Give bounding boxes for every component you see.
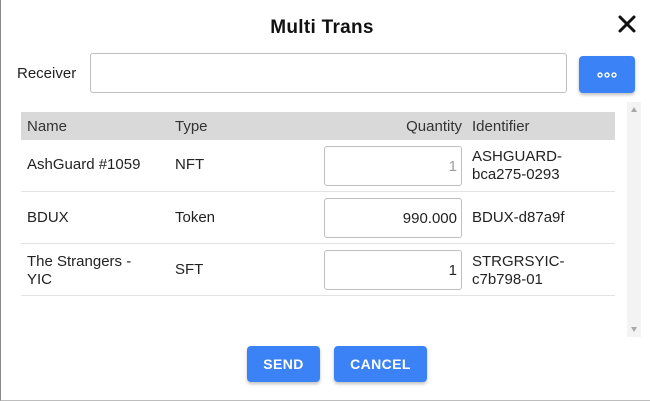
scroll-up-arrow-icon[interactable] (631, 107, 637, 112)
ellipsis-icon (597, 71, 617, 78)
receiver-label: Receiver (17, 65, 77, 82)
column-header-name: Name (27, 118, 68, 135)
quantity-input[interactable] (324, 250, 462, 290)
scroll-down-arrow-icon[interactable] (631, 327, 637, 332)
close-icon (618, 15, 636, 33)
table-row: BDUX Token BDUX-d87a9f (21, 192, 615, 244)
row-identifier: BDUX-d87a9f (472, 209, 565, 226)
column-header-type: Type (175, 118, 208, 135)
quantity-input[interactable] (324, 198, 462, 238)
row-name: AshGuard #1059 (27, 156, 141, 173)
row-identifier: ASHGUARD-bca275-0293 (472, 148, 563, 183)
receiver-input[interactable] (90, 53, 567, 93)
row-type: SFT (175, 261, 204, 278)
column-header-identifier: Identifier (472, 118, 530, 135)
more-options-button[interactable] (579, 56, 635, 93)
row-type: NFT (175, 156, 205, 173)
dialog-title: Multi Trans (270, 17, 374, 38)
quantity-input (324, 146, 462, 186)
row-identifier: STRGRSYIC-c7b798-01 (472, 253, 565, 288)
cancel-button[interactable]: CANCEL (334, 346, 427, 382)
row-name: The Strangers - YIC (27, 253, 132, 288)
assets-table: Name Type Quantity Identifier AshGuard #… (21, 112, 615, 296)
send-button[interactable]: SEND (247, 346, 320, 382)
table-header: Name Type Quantity Identifier (21, 112, 615, 140)
row-type: Token (175, 209, 216, 226)
table-row: AshGuard #1059 NFT ASHGUARD-bca275-0293 (21, 140, 615, 192)
table-scrollbar[interactable] (627, 102, 641, 337)
column-header-quantity: Quantity (406, 118, 462, 135)
table-row: The Strangers - YIC SFT STRGRSYIC-c7b798… (21, 244, 615, 296)
close-button[interactable] (613, 10, 641, 38)
multi-trans-dialog: Multi Trans Receiver Name Type Quantity … (0, 0, 650, 401)
row-name: BDUX (27, 209, 69, 226)
